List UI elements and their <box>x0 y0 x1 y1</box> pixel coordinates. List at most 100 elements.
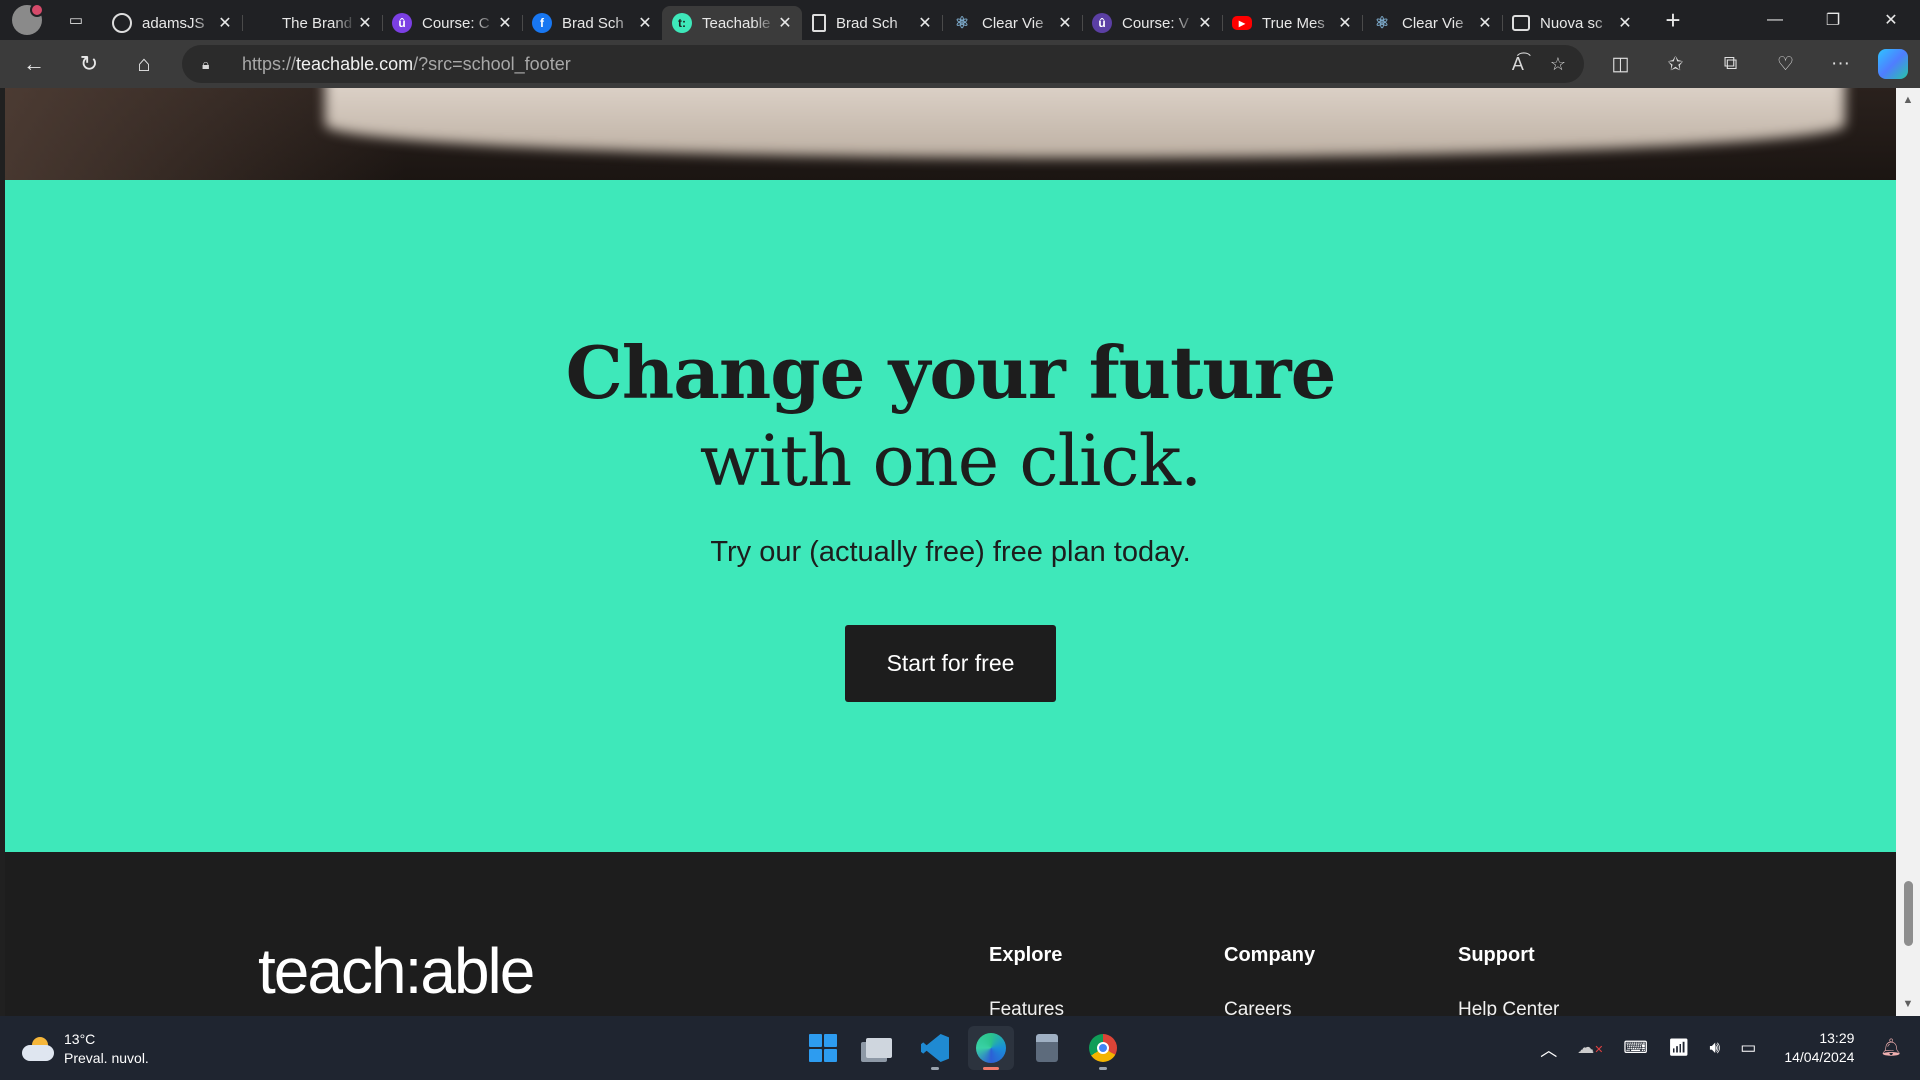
back-arrow-icon[interactable]: ← <box>14 46 54 82</box>
clock-date: 14/04/2024 <box>1784 1049 1855 1065</box>
close-icon[interactable]: ✕ <box>776 13 794 33</box>
weather-widget[interactable]: 13°C Preval. nuvol. <box>22 1030 149 1068</box>
chrome-icon[interactable] <box>1080 1026 1126 1070</box>
tab-10[interactable]: Nuova sc ✕ <box>1502 6 1642 40</box>
tab-title: adamsJS <box>142 14 205 32</box>
keyboard-icon[interactable]: ⌨ <box>1623 1038 1648 1058</box>
cta-heading-bold: Change your future <box>565 330 1337 415</box>
chrome-center <box>1097 1042 1109 1054</box>
collections-icon[interactable]: ⧉ <box>1703 53 1758 75</box>
profile-avatar[interactable] <box>12 3 44 35</box>
new-tab-button[interactable]: + <box>1656 3 1690 37</box>
close-icon[interactable]: ✕ <box>1616 13 1634 33</box>
footer-column-heading: Support <box>1458 944 1535 966</box>
tab-title: Brad Sch <box>562 14 624 32</box>
footer-link[interactable]: Help Center <box>1458 999 1559 1016</box>
scroll-up-icon[interactable]: ▲ <box>1896 90 1920 110</box>
windows-taskbar: 13°C Preval. nuvol. ︿ ☁✕ ⌨ 📶︎ 🔊︎ ▭ 13:29… <box>0 1016 1920 1080</box>
task-view-shape <box>866 1038 892 1058</box>
tab-8[interactable]: ▶ True Mes ✕ <box>1222 6 1362 40</box>
calculator-icon[interactable] <box>1024 1026 1070 1070</box>
refresh-icon[interactable]: ↻ <box>69 46 109 82</box>
react-icon: ⚛ <box>954 15 970 32</box>
close-icon[interactable]: ✕ <box>356 13 374 33</box>
tab-title: The Brand <box>282 14 353 32</box>
start-for-free-button[interactable]: Start for free <box>845 625 1056 702</box>
minimize-icon[interactable]: — <box>1746 0 1804 40</box>
favorites-icon[interactable]: ✩ <box>1648 53 1703 76</box>
chevron-up-icon[interactable]: ︿ <box>1540 1036 1557 1061</box>
vscode-icon[interactable] <box>912 1026 958 1070</box>
blank-icon <box>252 13 272 33</box>
restore-icon[interactable]: ❐ <box>1804 0 1862 40</box>
task-view-icon[interactable] <box>856 1026 902 1070</box>
tab-7[interactable]: û Course: V ✕ <box>1082 6 1222 40</box>
start-button[interactable] <box>800 1026 846 1070</box>
browser-toolbar: ← ↻ ⌂ 🔒︎ https://teachable.com/?src=scho… <box>0 40 1920 88</box>
url-text[interactable]: https://teachable.com/?src=school_footer <box>242 54 571 75</box>
footer-link[interactable]: Features <box>989 999 1064 1016</box>
volume-icon[interactable]: 🔊︎ <box>1710 1038 1721 1058</box>
tab-strip: ▭ adamsJS ✕ The Brand ✕ û Course: C ✕ f … <box>0 0 1920 40</box>
tab-4[interactable]: t: Teachable ✕ <box>662 6 802 40</box>
tab-title: Nuova sc <box>1540 14 1603 32</box>
clock[interactable]: 13:29 14/04/2024 <box>1784 1029 1854 1067</box>
footer-column-heading: Company <box>1224 944 1316 966</box>
edge-icon[interactable] <box>968 1026 1014 1070</box>
read-aloud-icon[interactable]: A͡ <box>1512 54 1524 75</box>
window-controls: — ❐ ✕ <box>1746 0 1920 40</box>
running-indicator <box>1099 1067 1107 1070</box>
tab-2[interactable]: û Course: C ✕ <box>382 6 522 40</box>
close-icon[interactable]: ✕ <box>1196 13 1214 33</box>
tab-actions-icon[interactable]: ▭ <box>62 6 90 34</box>
favorite-star-icon[interactable]: ☆ <box>1550 54 1566 75</box>
split-screen-icon[interactable]: ◫ <box>1593 53 1648 76</box>
home-icon[interactable]: ⌂ <box>124 46 164 82</box>
close-icon[interactable]: ✕ <box>1056 13 1074 33</box>
tab-title: Teachable <box>702 14 771 32</box>
youtube-icon: ▶ <box>1232 16 1252 30</box>
react-icon: ⚛ <box>1374 15 1390 32</box>
footer-link[interactable]: Careers <box>1224 999 1315 1016</box>
tab-9[interactable]: ⚛ Clear Vie ✕ <box>1362 6 1502 40</box>
close-window-icon[interactable]: ✕ <box>1862 0 1920 40</box>
notifications-bell-icon[interactable]: 🔔︎ <box>1880 1038 1902 1058</box>
more-menu-icon[interactable]: ··· <box>1813 53 1868 75</box>
copilot-icon[interactable] <box>1878 49 1908 79</box>
teachable-logo[interactable]: teach:able <box>258 934 535 1008</box>
wifi-icon[interactable]: 📶︎ <box>1668 1038 1690 1058</box>
scroll-down-icon[interactable]: ▼ <box>1896 994 1920 1014</box>
close-icon[interactable]: ✕ <box>496 13 514 33</box>
close-icon[interactable]: ✕ <box>1336 13 1354 33</box>
address-bar-actions: A͡ ☆ <box>1512 45 1566 83</box>
cta-section: Change your future with one click. Try o… <box>5 180 1896 852</box>
browser-essentials-icon[interactable]: ♡ <box>1758 53 1813 76</box>
tab-title: True Mes <box>1262 14 1325 32</box>
onedrive-error-icon[interactable]: ☁✕ <box>1577 1038 1603 1058</box>
taskbar-apps <box>800 1026 1126 1070</box>
address-bar[interactable]: 🔒︎ https://teachable.com/?src=school_foo… <box>182 45 1584 83</box>
running-indicator <box>983 1067 999 1070</box>
teachable-course-icon: û <box>392 13 412 33</box>
tab-5[interactable]: Brad Sch ✕ <box>802 6 942 40</box>
tab-list: adamsJS ✕ The Brand ✕ û Course: C ✕ f Br… <box>102 0 1642 40</box>
windows-logo-icon <box>809 1034 837 1062</box>
tab-3[interactable]: f Brad Sch ✕ <box>522 6 662 40</box>
tab-1[interactable]: The Brand ✕ <box>242 6 382 40</box>
tab-6[interactable]: ⚛ Clear Vie ✕ <box>942 6 1082 40</box>
hero-image <box>5 88 1896 180</box>
partly-cloudy-icon <box>22 1037 56 1061</box>
close-icon[interactable]: ✕ <box>916 13 934 33</box>
lock-icon[interactable]: 🔒︎ <box>202 56 220 73</box>
newtab-icon <box>1512 15 1530 31</box>
close-icon[interactable]: ✕ <box>216 13 234 33</box>
close-icon[interactable]: ✕ <box>1476 13 1494 33</box>
close-icon[interactable]: ✕ <box>636 13 654 33</box>
battery-icon[interactable]: ▭ <box>1740 1038 1756 1058</box>
tab-title: Course: C <box>422 14 490 32</box>
system-tray: ︿ ☁✕ ⌨ 📶︎ 🔊︎ ▭ 13:29 14/04/2024 🔔︎ <box>1530 1016 1920 1080</box>
tab-0[interactable]: adamsJS ✕ <box>102 6 242 40</box>
page-scrollbar[interactable]: ▲ ▼ <box>1896 88 1920 1016</box>
scrollbar-thumb[interactable] <box>1904 881 1913 946</box>
running-indicator <box>931 1067 939 1070</box>
